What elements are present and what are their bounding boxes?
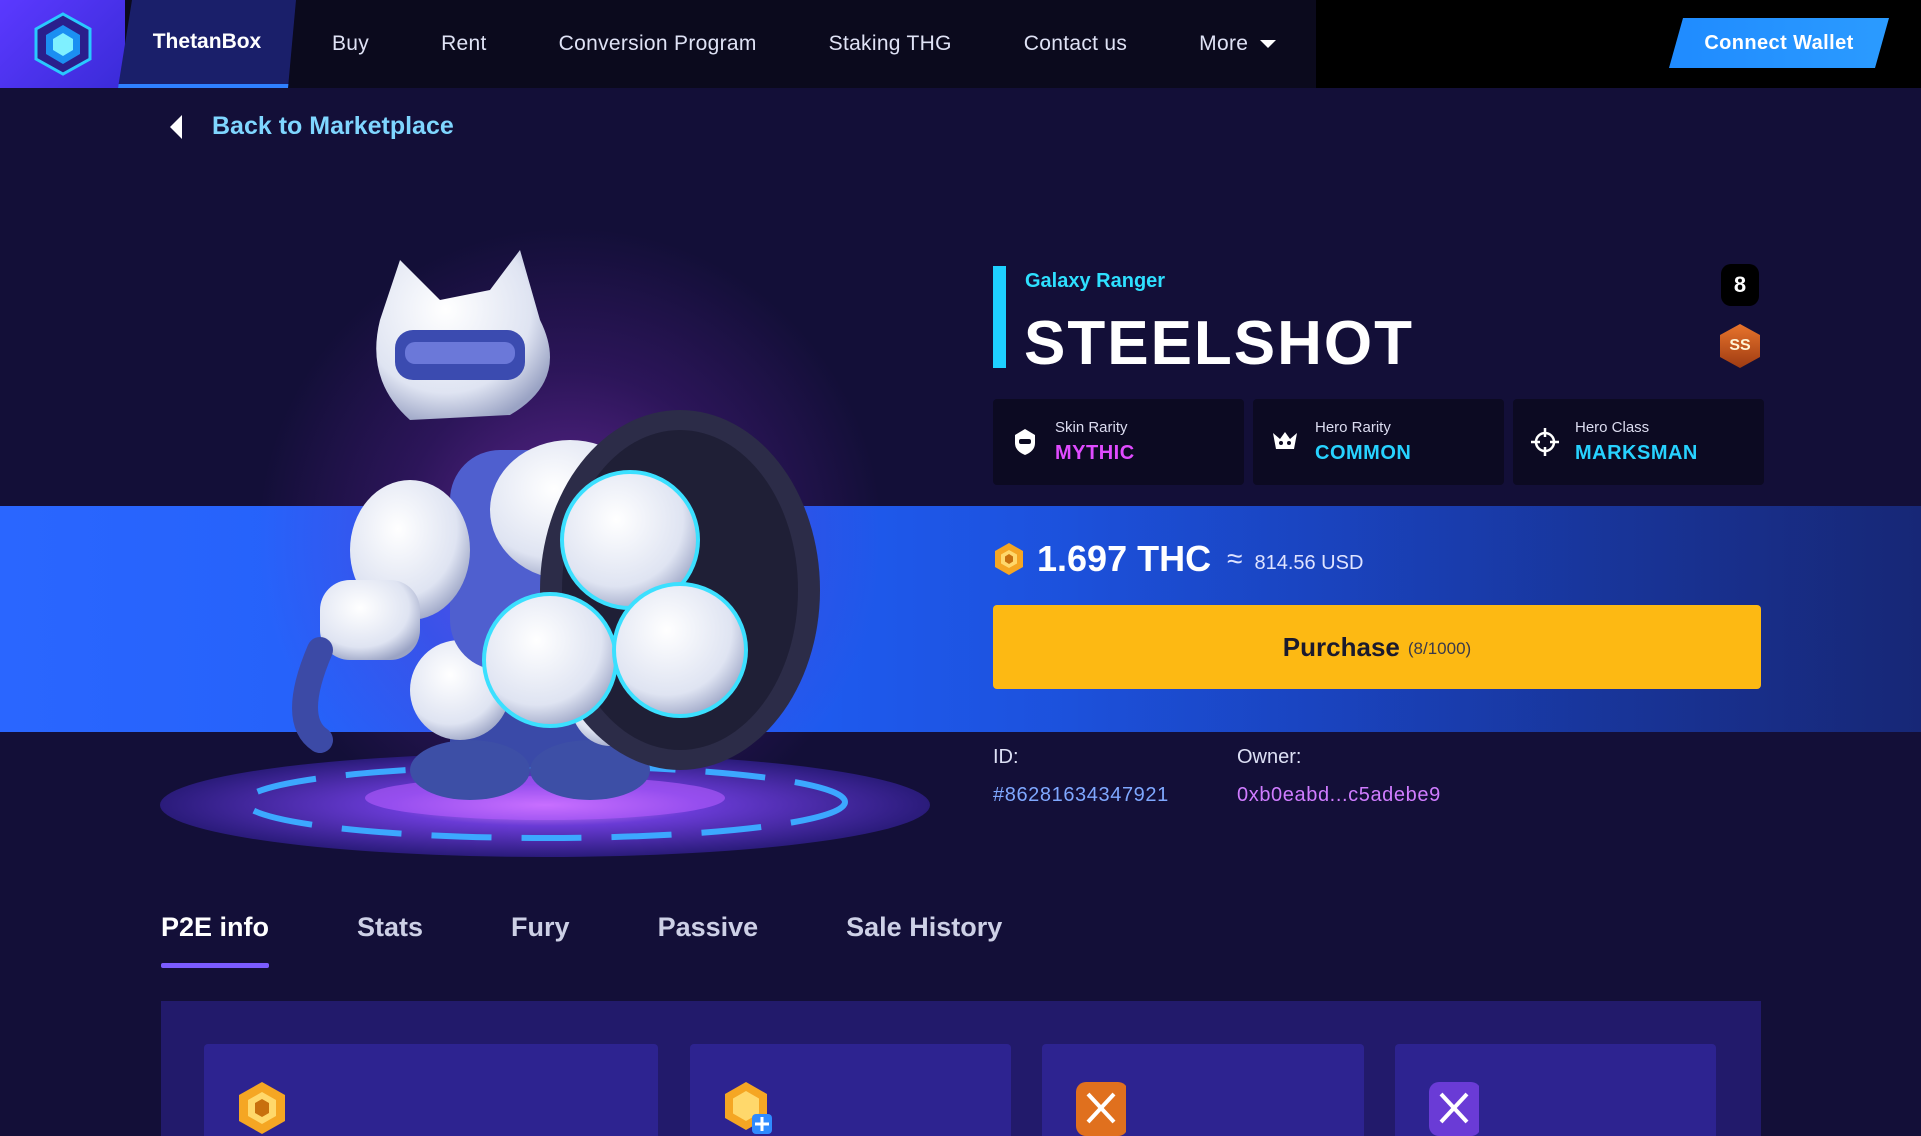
top-nav: ThetanBox Buy Rent Conversion Program St… — [0, 0, 1921, 88]
nav-item-buy[interactable]: Buy — [296, 0, 405, 88]
nav-item-contact-us[interactable]: Contact us — [988, 0, 1163, 88]
approx-sign: ≈ — [1227, 543, 1243, 574]
connect-wallet-button[interactable]: Connect Wallet — [1669, 18, 1889, 68]
thc-coin-icon — [995, 543, 1023, 575]
owner-value[interactable]: 0xb0eabd...c5adebe9 — [1237, 784, 1441, 807]
p2e-card — [690, 1044, 1011, 1136]
id-label: ID: — [993, 746, 1019, 768]
purchase-count: (8/1000) — [1407, 639, 1472, 658]
thc-bonus-icon — [725, 1082, 772, 1134]
owner-label: Owner: — [1237, 746, 1302, 768]
logo[interactable] — [0, 0, 125, 88]
attribute-label: Hero Rarity — [1315, 419, 1391, 436]
attribute-hero-class: Hero Class MARKSMAN — [1513, 399, 1764, 485]
tab-passive[interactable]: Passive — [658, 912, 759, 968]
attribute-label: Skin Rarity — [1055, 419, 1128, 436]
nav-item-conversion-program[interactable]: Conversion Program — [523, 0, 793, 88]
attribute-hero-rarity: Hero Rarity COMMON — [1253, 399, 1504, 485]
nav-item-thetanbox[interactable]: ThetanBox — [118, 0, 296, 88]
back-label: Back to Marketplace — [212, 112, 454, 140]
hero-name: STEELSHOT — [1024, 309, 1415, 378]
p2e-card — [204, 1044, 658, 1136]
p2e-card — [1042, 1044, 1364, 1136]
hero-image — [160, 250, 930, 857]
thc-coin-icon — [239, 1082, 285, 1134]
crosshair-icon — [1529, 426, 1561, 458]
logo-icon — [34, 12, 91, 76]
skin-rarity-icon — [1009, 426, 1041, 458]
nav-item-rent[interactable]: Rent — [405, 0, 523, 88]
price-thc: 1.697 THC — [1037, 538, 1212, 579]
battle-swords-icon — [1429, 1082, 1479, 1136]
attribute-value: MYTHIC — [1055, 442, 1135, 464]
attribute-skin-rarity: Skin Rarity MYTHIC — [993, 399, 1244, 485]
hero-rarity-icon — [1269, 426, 1301, 458]
nav-item-staking-thg[interactable]: Staking THG — [793, 0, 988, 88]
purchase-label: Purchase — [1282, 631, 1400, 662]
p2e-card — [1395, 1044, 1716, 1136]
purchase-button[interactable]: Purchase (8/1000) — [993, 605, 1761, 689]
tab-sale-history[interactable]: Sale History — [846, 912, 1002, 968]
hero-subtitle: Galaxy Ranger — [1025, 270, 1166, 292]
attribute-row: Skin Rarity MYTHIC Hero Rarity COMMON He… — [993, 399, 1764, 485]
chevron-left-icon — [170, 114, 182, 139]
title-accent-bar — [993, 266, 1006, 368]
page: ThetanBox Buy Rent Conversion Program St… — [0, 0, 1921, 1136]
nav-more-label: More — [1199, 32, 1249, 55]
price-row: 1.697 THC ≈ 814.56 USD — [993, 538, 1363, 580]
rank-badge: SS — [1720, 324, 1760, 368]
id-value[interactable]: #86281634347921 — [993, 784, 1169, 807]
tab-fury[interactable]: Fury — [511, 912, 570, 968]
back-to-marketplace-link[interactable]: Back to Marketplace — [170, 112, 454, 141]
tab-p2e-info[interactable]: P2E info — [161, 912, 270, 968]
attribute-label: Hero Class — [1575, 419, 1650, 436]
price-usd: 814.56 USD — [1254, 551, 1364, 574]
nav-item-more[interactable]: More — [1163, 0, 1312, 88]
tab-bar: P2E info Stats Fury Passive Sale History — [161, 912, 1090, 968]
level-badge: 8 — [1721, 264, 1759, 306]
attribute-value: MARKSMAN — [1575, 442, 1698, 464]
attribute-value: COMMON — [1315, 442, 1412, 464]
battle-swords-icon — [1076, 1082, 1126, 1136]
chevron-down-icon — [1260, 40, 1277, 48]
tab-stats[interactable]: Stats — [357, 912, 423, 968]
